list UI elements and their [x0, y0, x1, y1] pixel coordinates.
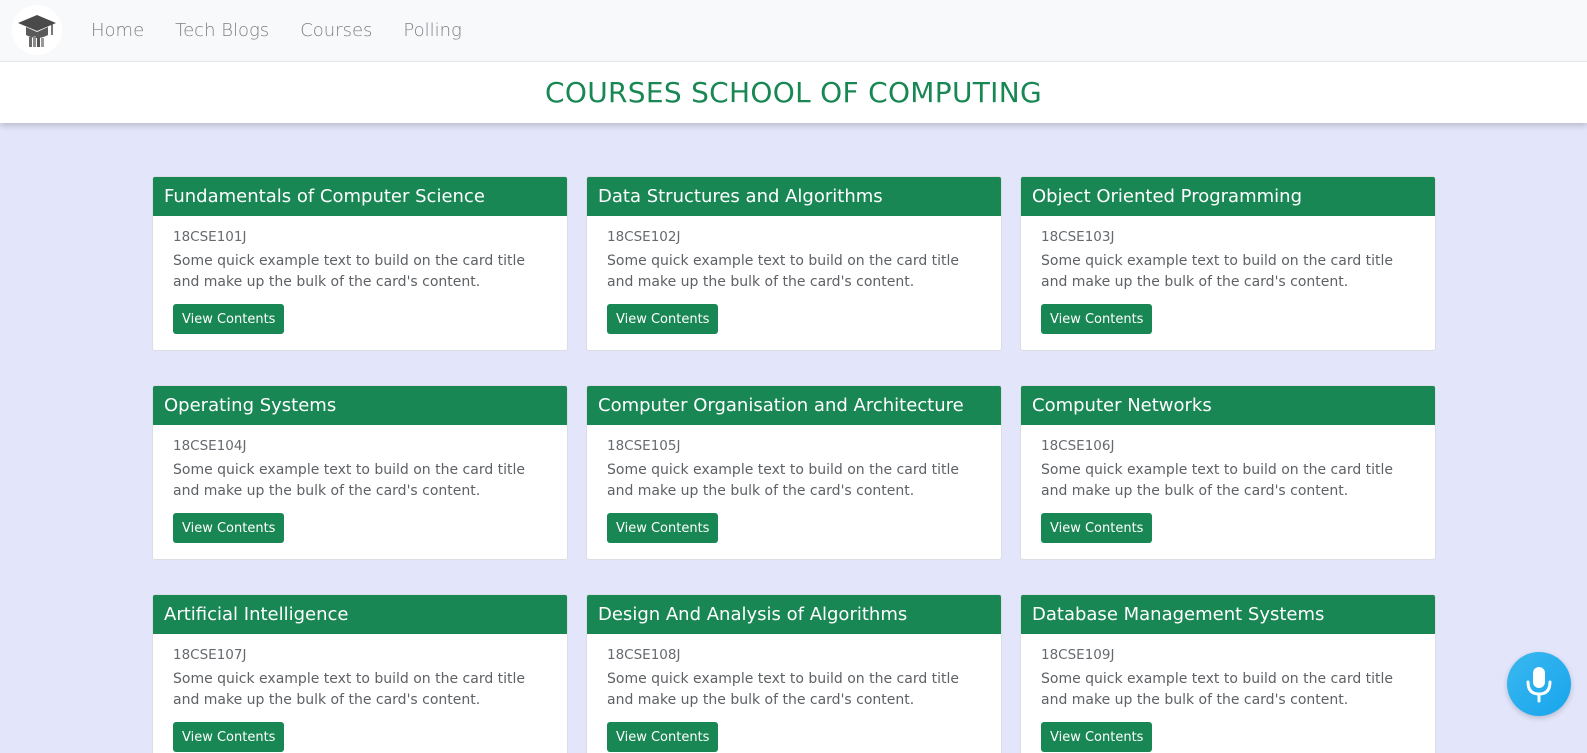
course-code: 18CSE104J [173, 438, 247, 454]
course-description: Some quick example text to build on the … [607, 253, 960, 290]
course-description: Some quick example text to build on the … [607, 462, 960, 499]
card-body: 18CSE109J Some quick example text to bui… [1021, 634, 1435, 752]
course-code: 18CSE105J [607, 438, 681, 454]
microphone-button[interactable] [1507, 652, 1571, 716]
course-description: Some quick example text to build on the … [1041, 671, 1394, 708]
course-description: Some quick example text to build on the … [173, 671, 526, 708]
view-contents-button[interactable]: View Contents [1041, 513, 1153, 543]
course-card: Artificial Intelligence 18CSE107J Some q… [152, 594, 568, 753]
course-title: Design And Analysis of Algorithms [587, 595, 1001, 634]
microphone-icon [1526, 667, 1552, 703]
card-body: 18CSE106J Some quick example text to bui… [1021, 425, 1435, 543]
course-card: Computer Networks 18CSE106J Some quick e… [1020, 385, 1436, 560]
course-code: 18CSE102J [607, 229, 681, 245]
title-bar: COURSES SCHOOL OF COMPUTING [0, 62, 1587, 123]
course-title: Operating Systems [153, 386, 567, 425]
course-card: Database Management Systems 18CSE109J So… [1020, 594, 1436, 753]
nav-home[interactable]: Home [91, 20, 144, 41]
course-title: Fundamentals of Computer Science [153, 177, 567, 216]
course-title: Computer Networks [1021, 386, 1435, 425]
course-title: Computer Organisation and Architecture [587, 386, 1001, 425]
card-body: 18CSE103J Some quick example text to bui… [1021, 216, 1435, 334]
view-contents-button[interactable]: View Contents [607, 513, 719, 543]
course-description: Some quick example text to build on the … [1041, 462, 1394, 499]
navbar: Home Tech Blogs Courses Polling [0, 0, 1587, 62]
card-body: 18CSE101J Some quick example text to bui… [153, 216, 567, 334]
card-body: 18CSE104J Some quick example text to bui… [153, 425, 567, 543]
course-card: Design And Analysis of Algorithms 18CSE1… [586, 594, 1002, 753]
card-body: 18CSE108J Some quick example text to bui… [587, 634, 1001, 752]
course-description: Some quick example text to build on the … [1041, 253, 1394, 290]
view-contents-button[interactable]: View Contents [607, 722, 719, 752]
course-description: Some quick example text to build on the … [173, 253, 526, 290]
view-contents-button[interactable]: View Contents [607, 304, 719, 334]
nav-courses[interactable]: Courses [300, 20, 372, 41]
course-grid: Fundamentals of Computer Science 18CSE10… [152, 176, 1438, 753]
view-contents-button[interactable]: View Contents [173, 304, 285, 334]
course-title: Database Management Systems [1021, 595, 1435, 634]
card-body: 18CSE105J Some quick example text to bui… [587, 425, 1001, 543]
card-body: 18CSE107J Some quick example text to bui… [153, 634, 567, 752]
course-title: Artificial Intelligence [153, 595, 567, 634]
view-contents-button[interactable]: View Contents [1041, 304, 1153, 334]
view-contents-button[interactable]: View Contents [1041, 722, 1153, 752]
course-card: Fundamentals of Computer Science 18CSE10… [152, 176, 568, 351]
nav-tech-blogs[interactable]: Tech Blogs [175, 20, 269, 41]
course-code: 18CSE101J [173, 229, 247, 245]
graduation-cap-icon[interactable] [12, 5, 62, 55]
course-description: Some quick example text to build on the … [607, 671, 960, 708]
course-code: 18CSE108J [607, 647, 681, 663]
course-code: 18CSE107J [173, 647, 247, 663]
course-card: Computer Organisation and Architecture 1… [586, 385, 1002, 560]
nav-links: Home Tech Blogs Courses Polling [91, 0, 493, 60]
view-contents-button[interactable]: View Contents [173, 722, 285, 752]
course-title: Data Structures and Algorithms [587, 177, 1001, 216]
course-code: 18CSE109J [1041, 647, 1115, 663]
card-body: 18CSE102J Some quick example text to bui… [587, 216, 1001, 334]
course-card: Object Oriented Programming 18CSE103J So… [1020, 176, 1436, 351]
page-title: COURSES SCHOOL OF COMPUTING [545, 76, 1042, 109]
course-title: Object Oriented Programming [1021, 177, 1435, 216]
view-contents-button[interactable]: View Contents [173, 513, 285, 543]
nav-polling[interactable]: Polling [403, 20, 461, 41]
course-code: 18CSE103J [1041, 229, 1115, 245]
course-card: Data Structures and Algorithms 18CSE102J… [586, 176, 1002, 351]
course-code: 18CSE106J [1041, 438, 1115, 454]
course-card: Operating Systems 18CSE104J Some quick e… [152, 385, 568, 560]
course-description: Some quick example text to build on the … [173, 462, 526, 499]
